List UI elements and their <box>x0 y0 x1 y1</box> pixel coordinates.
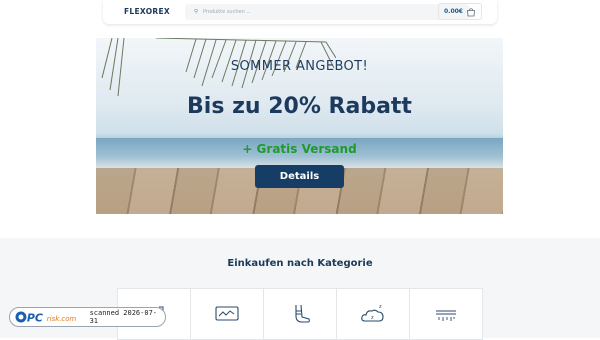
promo-title: SOMMER ANGEBOT! <box>230 59 369 74</box>
discount-headline: Bis zu 20% Rabatt <box>187 94 412 119</box>
svg-text:z: z <box>379 304 382 310</box>
monitor-chart-icon <box>215 306 239 321</box>
free-shipping-text: + Gratis Versand <box>242 142 357 156</box>
pcrisk-watermark: PC risk.com scanned 2026-07-31 <box>9 307 166 327</box>
heat-pad-icon <box>436 310 456 321</box>
svg-text:z: z <box>371 315 374 321</box>
category-item-4[interactable]: z z <box>337 289 410 339</box>
sleep-cloud-icon: z z <box>361 304 384 322</box>
search-bar[interactable]: ⚲ <box>185 4 469 20</box>
category-item-3[interactable] <box>264 289 337 339</box>
pcrisk-logo-icon: PC risk.com <box>15 311 77 324</box>
shopping-bag-icon <box>467 7 475 16</box>
cart-amount: 0.00€ <box>444 8 463 15</box>
category-item-2[interactable] <box>191 289 264 339</box>
top-header: FLEXOREX ⚲ 0.00€ <box>103 0 497 24</box>
foot-bandage-icon <box>295 304 310 323</box>
category-title: Einkaufen nach Kategorie <box>227 258 373 269</box>
promo-banner[interactable]: SOMMER ANGEBOT! Bis zu 20% Rabatt + Grat… <box>96 38 503 214</box>
svg-text:risk.com: risk.com <box>47 315 77 323</box>
search-input[interactable] <box>203 9 443 15</box>
category-item-5[interactable] <box>410 289 482 339</box>
category-row: z z <box>117 288 483 340</box>
cart-button[interactable]: 0.00€ <box>438 3 482 20</box>
svg-text:PC: PC <box>27 311 43 324</box>
brand-logo[interactable]: FLEXOREX <box>124 7 170 16</box>
details-button[interactable]: Details <box>255 165 344 188</box>
search-icon[interactable]: ⚲ <box>189 9 203 15</box>
scan-date: scanned 2026-07-31 <box>89 309 158 325</box>
